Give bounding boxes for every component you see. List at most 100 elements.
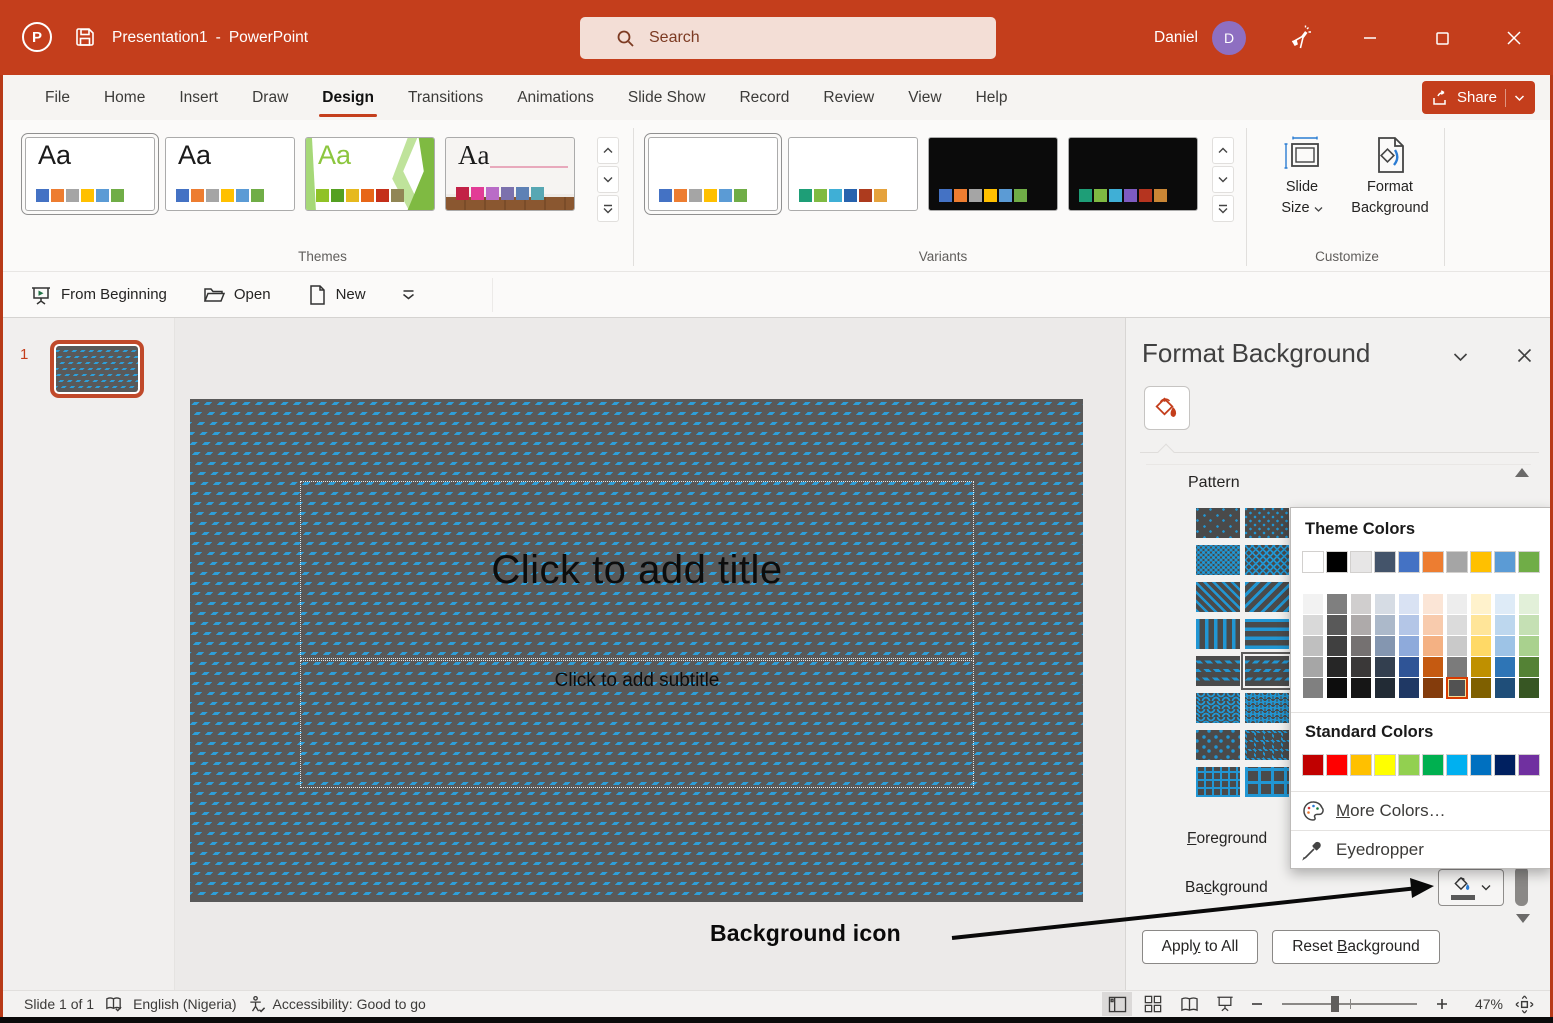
- tint-swatch-c4-r2[interactable]: [1375, 615, 1395, 635]
- close-button[interactable]: [1496, 22, 1532, 54]
- tint-swatch-c7-r3[interactable]: [1447, 636, 1467, 656]
- standard-color-swatch-3[interactable]: [1351, 755, 1371, 775]
- standard-color-swatch-9[interactable]: [1495, 755, 1515, 775]
- tint-swatch-c4-r3[interactable]: [1375, 636, 1395, 656]
- tint-swatch-c3-r1[interactable]: [1351, 594, 1371, 614]
- pattern-swatch-shingle[interactable]: [1196, 730, 1240, 760]
- maximize-button[interactable]: [1424, 22, 1460, 54]
- tab-home[interactable]: Home: [87, 75, 162, 120]
- tint-swatch-c4-r5[interactable]: [1375, 678, 1395, 698]
- variants-scroll-up-icon[interactable]: [1212, 137, 1234, 164]
- zoom-slider[interactable]: [1282, 1003, 1417, 1005]
- variant-thumbnail-variant-2[interactable]: [788, 137, 918, 211]
- theme-color-swatch-2[interactable]: [1327, 552, 1347, 572]
- pane-scroll-up-icon[interactable]: [1515, 468, 1529, 477]
- tab-animations[interactable]: Animations: [500, 75, 611, 120]
- open-button[interactable]: Open: [203, 284, 271, 306]
- tint-swatch-c1-r4[interactable]: [1303, 657, 1323, 677]
- tint-swatch-c9-r1[interactable]: [1495, 594, 1515, 614]
- tab-insert[interactable]: Insert: [162, 75, 235, 120]
- theme-color-swatch-5[interactable]: [1399, 552, 1419, 572]
- tint-swatch-c2-r5[interactable]: [1327, 678, 1347, 698]
- new-button[interactable]: New: [307, 284, 366, 306]
- tint-swatch-c6-r4[interactable]: [1423, 657, 1443, 677]
- tint-swatch-c5-r5[interactable]: [1399, 678, 1419, 698]
- tint-swatch-c6-r2[interactable]: [1423, 615, 1443, 635]
- theme-thumbnail-office[interactable]: Aa: [25, 137, 155, 211]
- spellcheck-button[interactable]: [104, 995, 123, 1014]
- tab-design[interactable]: Design: [305, 75, 391, 120]
- theme-color-swatch-3[interactable]: [1351, 552, 1371, 572]
- pattern-swatch-checkerboard[interactable]: [1196, 545, 1240, 575]
- tint-swatch-c2-r4[interactable]: [1327, 657, 1347, 677]
- tint-swatch-c5-r1[interactable]: [1399, 594, 1419, 614]
- pattern-swatch-vertical[interactable]: [1196, 619, 1240, 649]
- tab-transitions[interactable]: Transitions: [391, 75, 500, 120]
- zoom-out-button[interactable]: [1246, 992, 1268, 1016]
- standard-color-swatch-2[interactable]: [1327, 755, 1347, 775]
- slide-indicator[interactable]: Slide 1 of 1: [24, 996, 94, 1012]
- subtitle-placeholder[interactable]: Click to add subtitle: [300, 660, 974, 788]
- variants-scroll-down-icon[interactable]: [1212, 166, 1234, 193]
- variants-gallery-expand-icon[interactable]: [1212, 195, 1234, 222]
- theme-color-swatch-10[interactable]: [1519, 552, 1539, 572]
- pattern-swatch-diagonal-down[interactable]: [1196, 582, 1240, 612]
- tint-swatch-c4-r4[interactable]: [1375, 657, 1395, 677]
- tint-swatch-c3-r5[interactable]: [1351, 678, 1371, 698]
- tint-swatch-c2-r1[interactable]: [1327, 594, 1347, 614]
- tint-swatch-c1-r3[interactable]: [1303, 636, 1323, 656]
- zoom-slider-thumb[interactable]: [1331, 996, 1339, 1012]
- tint-swatch-c9-r3[interactable]: [1495, 636, 1515, 656]
- pane-options-chevron-icon[interactable]: [1446, 344, 1474, 370]
- fill-tab-icon[interactable]: [1144, 386, 1190, 430]
- standard-color-swatch-7[interactable]: [1447, 755, 1467, 775]
- standard-color-swatch-10[interactable]: [1519, 755, 1539, 775]
- theme-color-swatch-8[interactable]: [1471, 552, 1491, 572]
- tint-swatch-c10-r3[interactable]: [1519, 636, 1539, 656]
- accessibility-button[interactable]: Accessibility: Good to go: [247, 995, 426, 1014]
- tab-help[interactable]: Help: [959, 75, 1025, 120]
- tint-swatch-c1-r5[interactable]: [1303, 678, 1323, 698]
- tint-swatch-c3-r4[interactable]: [1351, 657, 1371, 677]
- tint-swatch-c4-r1[interactable]: [1375, 594, 1395, 614]
- standard-color-swatch-4[interactable]: [1375, 755, 1395, 775]
- tint-swatch-c8-r1[interactable]: [1471, 594, 1491, 614]
- theme-color-swatch-6[interactable]: [1423, 552, 1443, 572]
- tint-swatch-c1-r1[interactable]: [1303, 594, 1323, 614]
- tint-swatch-c8-r2[interactable]: [1471, 615, 1491, 635]
- tab-view[interactable]: View: [891, 75, 958, 120]
- search-input[interactable]: Search: [580, 17, 996, 59]
- share-button[interactable]: Share: [1422, 81, 1535, 114]
- pane-scrollbar-thumb[interactable]: [1515, 866, 1528, 906]
- powerpoint-logo-icon[interactable]: P: [22, 22, 52, 52]
- tint-swatch-c1-r2[interactable]: [1303, 615, 1323, 635]
- pattern-swatch-diagonal-up[interactable]: [1245, 582, 1289, 612]
- tint-swatch-c7-r5[interactable]: [1447, 678, 1467, 698]
- normal-view-button[interactable]: [1102, 992, 1132, 1016]
- tint-swatch-c6-r1[interactable]: [1423, 594, 1443, 614]
- tint-swatch-c7-r4[interactable]: [1447, 657, 1467, 677]
- pattern-swatch-grid-small[interactable]: [1196, 767, 1240, 797]
- tab-review[interactable]: Review: [806, 75, 891, 120]
- zoom-in-button[interactable]: [1431, 992, 1453, 1016]
- tint-swatch-c9-r2[interactable]: [1495, 615, 1515, 635]
- standard-color-swatch-5[interactable]: [1399, 755, 1419, 775]
- tint-swatch-c8-r4[interactable]: [1471, 657, 1491, 677]
- toolbar-overflow-icon[interactable]: [402, 289, 415, 300]
- save-icon[interactable]: [74, 26, 96, 48]
- pattern-swatch-dotted-grid[interactable]: [1245, 730, 1289, 760]
- apply-to-all-button[interactable]: Apply to All: [1142, 930, 1258, 964]
- pattern-swatch-wave-small[interactable]: [1245, 693, 1289, 723]
- slide-size-button[interactable]: Slide Size: [1262, 134, 1342, 218]
- tint-swatch-c5-r2[interactable]: [1399, 615, 1419, 635]
- more-colors-item[interactable]: More Colors…: [1291, 792, 1551, 829]
- slideshow-view-button[interactable]: [1210, 992, 1240, 1016]
- slide-sorter-view-button[interactable]: [1138, 992, 1168, 1016]
- tint-swatch-c5-r4[interactable]: [1399, 657, 1419, 677]
- tint-swatch-c9-r5[interactable]: [1495, 678, 1515, 698]
- background-color-button[interactable]: [1438, 869, 1504, 906]
- feedback-megaphone-icon[interactable]: [1285, 22, 1315, 54]
- tint-swatch-c8-r5[interactable]: [1471, 678, 1491, 698]
- standard-color-swatch-1[interactable]: [1303, 755, 1323, 775]
- pane-scroll-down-icon[interactable]: [1516, 914, 1530, 923]
